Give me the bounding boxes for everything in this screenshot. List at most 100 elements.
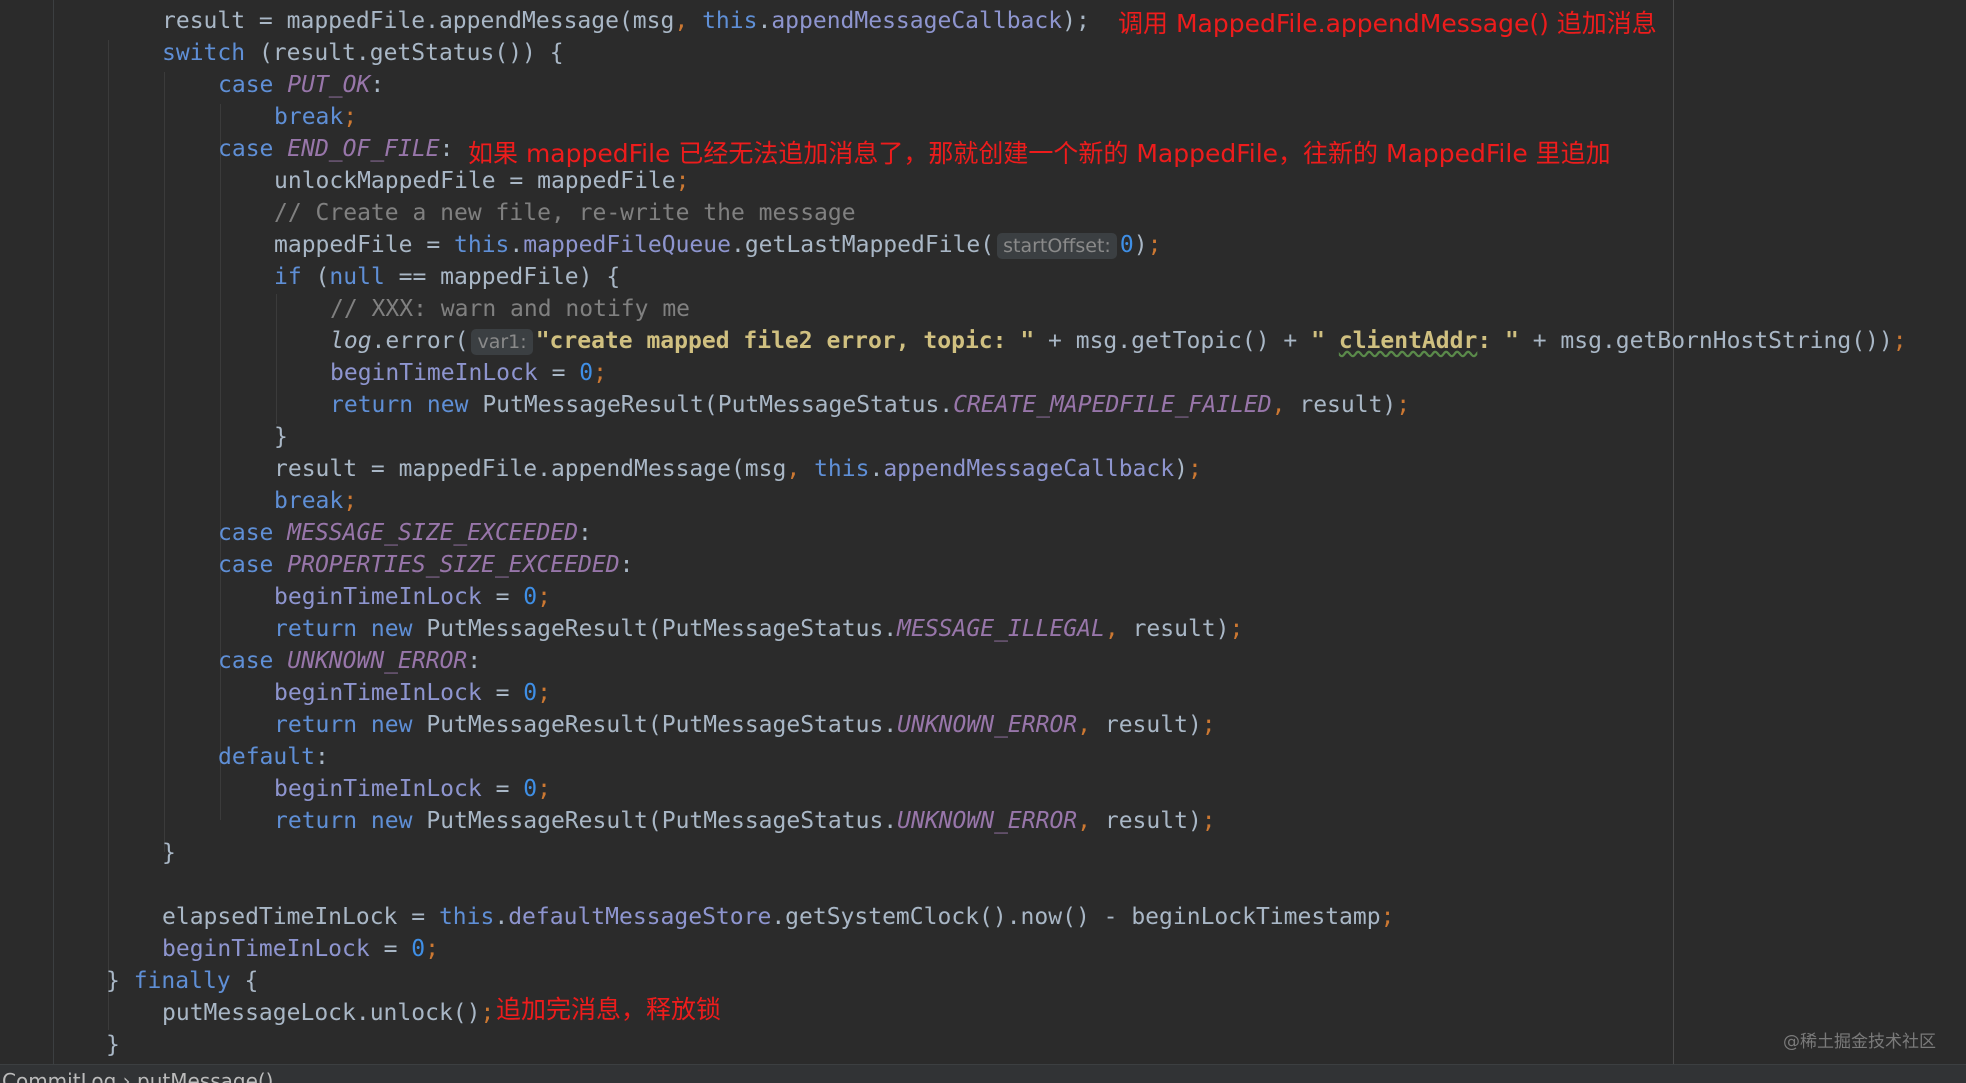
code-line[interactable]: result = mappedFile.appendMessage(msg, t… xyxy=(274,453,1202,485)
code-token: ; xyxy=(537,776,551,802)
code-line[interactable]: beginTimeInLock = 0; xyxy=(274,677,551,709)
code-token: beginTimeInLock xyxy=(330,360,538,386)
code-token: beginTimeInLock xyxy=(274,584,482,610)
code-token: appendMessageCallback xyxy=(883,456,1175,482)
code-token: break xyxy=(274,104,344,130)
code-line[interactable]: } xyxy=(274,421,288,453)
code-line[interactable]: case MESSAGE_SIZE_EXCEEDED: xyxy=(218,517,592,549)
code-line[interactable]: if (null == mappedFile) { xyxy=(274,261,620,293)
code-token: putMessageLock.unlock() xyxy=(162,1000,481,1026)
code-line[interactable]: return new PutMessageResult(PutMessageSt… xyxy=(330,389,1410,421)
code-token: // Create a new file, re-write the messa… xyxy=(274,200,856,226)
code-token: MESSAGE_SIZE_EXCEEDED xyxy=(287,520,579,546)
code-line[interactable]: log.error(var1: "create mapped file2 erro… xyxy=(330,325,1907,357)
watermark: @稀土掘金技术社区 xyxy=(1783,1032,1936,1052)
code-token: 0 xyxy=(523,776,538,802)
code-line[interactable]: case END_OF_FILE: xyxy=(218,133,453,165)
code-line[interactable]: return new PutMessageResult(PutMessageSt… xyxy=(274,613,1243,645)
code-line[interactable]: putMessageLock.unlock(); xyxy=(162,997,494,1029)
code-line[interactable]: case PROPERTIES_SIZE_EXCEEDED: xyxy=(218,549,633,581)
code-line[interactable]: beginTimeInLock = 0; xyxy=(330,357,607,389)
code-token: ; xyxy=(1201,712,1216,738)
code-line[interactable]: elapsedTimeInLock = this.defaultMessageS… xyxy=(162,901,1394,933)
code-token: } xyxy=(162,840,176,866)
code-token: .error( xyxy=(371,328,469,354)
code-line[interactable]: default: xyxy=(218,741,329,773)
code-token: case xyxy=(218,520,288,546)
code-token: = xyxy=(481,680,524,706)
code-line[interactable]: break; xyxy=(274,485,357,517)
code-line[interactable]: } xyxy=(106,1029,120,1061)
code-token: ; xyxy=(425,936,439,962)
code-token: case xyxy=(218,648,288,674)
code-token: , xyxy=(1104,616,1133,642)
code-token: result) xyxy=(1299,392,1397,418)
code-token: ; xyxy=(343,488,358,514)
code-token: PutMessageResult(PutMessageStatus. xyxy=(426,616,898,642)
code-line[interactable]: // XXX: warn and notify me xyxy=(330,293,690,325)
breadcrumb-bar[interactable]: CommitLog › putMessage() xyxy=(0,1064,1966,1083)
code-token: + msg.getTopic() + xyxy=(1034,328,1312,354)
code-token: appendMessageCallback xyxy=(771,8,1063,34)
code-token: : xyxy=(619,552,634,578)
code-token: , xyxy=(674,8,703,34)
code-token: } xyxy=(106,1032,120,1058)
code-token: return new xyxy=(274,808,427,834)
code-token: MESSAGE_ILLEGAL xyxy=(897,616,1105,642)
code-token: return new xyxy=(330,392,483,418)
code-token: = xyxy=(481,584,524,610)
code-line[interactable]: return new PutMessageResult(PutMessageSt… xyxy=(274,805,1216,837)
code-line[interactable]: mappedFile = this.mappedFileQueue.getLas… xyxy=(274,229,1161,261)
code-line[interactable]: } xyxy=(162,837,176,869)
code-token: ) xyxy=(1133,232,1148,258)
code-token: // XXX: warn and notify me xyxy=(330,296,691,322)
code-line[interactable]: result = mappedFile.appendMessage(msg, t… xyxy=(162,5,1090,37)
code-line[interactable]: beginTimeInLock = 0; xyxy=(274,581,551,613)
code-token: 0 xyxy=(523,680,538,706)
annotation-append-call: 调用 MappedFile.appendMessage() 追加消息 xyxy=(1118,9,1657,38)
code-line[interactable]: // Create a new file, re-write the messa… xyxy=(274,197,856,229)
annotation-unlock: 追加完消息，释放锁 xyxy=(496,995,722,1024)
code-token: . xyxy=(509,232,524,258)
code-line[interactable]: switch (result.getStatus()) { xyxy=(162,37,564,69)
code-line[interactable]: case PUT_OK: xyxy=(218,69,384,101)
code-token: case xyxy=(218,552,288,578)
code-token: ; xyxy=(537,680,551,706)
code-token: ) xyxy=(1174,456,1188,482)
right-margin-guide xyxy=(1673,0,1674,1064)
gutter-divider xyxy=(53,0,54,1064)
code-token: beginTimeInLock xyxy=(274,776,482,802)
code-token: this xyxy=(438,904,495,930)
code-token: , xyxy=(1077,808,1105,834)
code-token: : " xyxy=(1477,328,1519,354)
code-token: 0 xyxy=(579,360,594,386)
code-line[interactable]: return new PutMessageResult(PutMessageSt… xyxy=(274,709,1216,741)
code-token: 0 xyxy=(1119,232,1134,258)
code-token: ; xyxy=(1147,232,1162,258)
code-token: "create mapped file2 error, topic: " xyxy=(535,328,1035,354)
code-token: log xyxy=(330,328,372,354)
code-line[interactable]: case UNKNOWN_ERROR: xyxy=(218,645,481,677)
code-line[interactable]: beginTimeInLock = 0; xyxy=(274,773,551,805)
code-token: PROPERTIES_SIZE_EXCEEDED xyxy=(287,552,620,578)
code-token: case xyxy=(218,136,288,162)
code-token: UNKNOWN_ERROR xyxy=(897,808,1078,834)
code-token: . xyxy=(494,904,509,930)
code-token: this xyxy=(454,232,510,258)
code-token: : xyxy=(370,72,385,98)
parameter-hint: startOffset: xyxy=(997,233,1117,259)
breadcrumb[interactable]: CommitLog › putMessage() xyxy=(2,1069,273,1083)
code-token: .getLastMappedFile( xyxy=(730,232,995,258)
indent-guide xyxy=(164,72,165,852)
code-token: ; xyxy=(1187,456,1202,482)
code-token: PutMessageResult(PutMessageStatus. xyxy=(426,808,898,834)
code-line[interactable]: break; xyxy=(274,101,357,133)
code-line[interactable]: beginTimeInLock = 0; xyxy=(162,933,439,965)
code-token: 0 xyxy=(523,584,538,610)
code-editor[interactable]: result = mappedFile.appendMessage(msg, t… xyxy=(0,0,1966,1064)
code-token: ( xyxy=(301,264,330,290)
code-token: ; xyxy=(1892,328,1907,354)
code-token: . xyxy=(869,456,884,482)
code-line[interactable]: } finally { xyxy=(106,965,258,997)
code-token: finally xyxy=(133,968,231,994)
